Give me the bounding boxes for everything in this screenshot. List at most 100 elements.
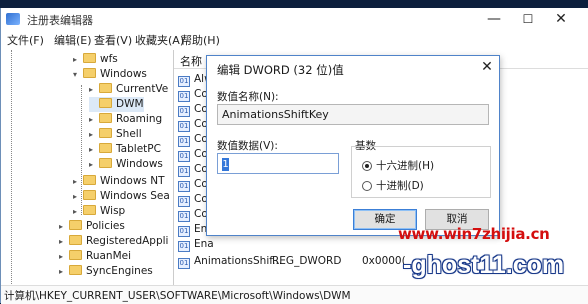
binary-value-icon: 01 — [178, 91, 190, 102]
radio-unselected-icon[interactable] — [362, 181, 372, 191]
tree-item[interactable]: ▸ Windows Sea — [73, 189, 170, 204]
chevron-right-icon[interactable]: ▸ — [73, 52, 83, 67]
value-data-text: 1 — [222, 157, 229, 171]
title-bar[interactable]: 注册表编辑器 — ☐ ✕ — [1, 8, 588, 30]
value-type: REG_DWORD — [272, 255, 342, 267]
watermark-url: www.win7zhijia.cn — [398, 225, 550, 243]
tree-item-label: Shell — [116, 128, 142, 140]
binary-value-icon: 01 — [178, 181, 190, 192]
column-name-header[interactable]: 名称 — [180, 53, 202, 69]
value-name-label: 数值名称(N): — [217, 91, 279, 103]
folder-icon — [69, 250, 82, 260]
chevron-right-icon[interactable]: ▸ — [59, 264, 69, 279]
radio-dec[interactable]: 十进制(D) — [362, 178, 424, 193]
radio-dec-label: 十进制(D) — [376, 180, 424, 192]
folder-icon — [99, 143, 112, 153]
binary-value-icon: 01 — [178, 76, 190, 87]
tree-item[interactable]: ▸ SyncEngines — [59, 264, 153, 279]
watermark-brand: -ghost11.com — [403, 251, 565, 279]
tree-item[interactable]: ▸ Windows — [89, 157, 163, 172]
value-row[interactable]: 01 Ena — [178, 237, 214, 252]
chevron-down-icon[interactable]: ▾ — [73, 67, 83, 82]
chevron-right-icon[interactable]: ▸ — [73, 204, 83, 219]
regedit-icon — [6, 13, 20, 25]
chevron-right-icon[interactable]: ▸ — [59, 234, 69, 249]
binary-value-icon: 01 — [178, 211, 190, 222]
menu-edit[interactable]: 编辑(E) — [54, 32, 92, 48]
dialog-title: 编辑 DWORD (32 位)值 — [217, 63, 344, 77]
tree-item-label: wfs — [100, 53, 118, 65]
menu-file[interactable]: 文件(F) — [7, 32, 44, 48]
chevron-right-icon[interactable]: ▸ — [89, 127, 99, 142]
tree-item-label: Windows Sea — [100, 190, 170, 202]
radio-selected-icon[interactable] — [362, 161, 372, 171]
chevron-right-icon[interactable]: ▸ — [73, 189, 83, 204]
binary-value-icon: 01 — [178, 121, 190, 132]
tree-item-label: SyncEngines — [86, 265, 153, 277]
window-title: 注册表编辑器 — [27, 14, 93, 27]
status-bar: 计算机\HKEY_CURRENT_USER\SOFTWARE\Microsoft… — [1, 285, 588, 304]
tree-item[interactable]: ▸ wfs — [73, 52, 118, 67]
tree-item-label: Windows — [100, 68, 147, 80]
binary-value-icon: 01 — [178, 106, 190, 117]
tree-item[interactable]: ▸ Policies — [59, 219, 125, 234]
tree-item[interactable]: ▸ CurrentVe — [89, 82, 168, 97]
folder-icon — [69, 265, 82, 275]
menu-help[interactable]: 帮助(H) — [181, 32, 220, 48]
tree-item[interactable]: ▸ Shell — [89, 127, 142, 142]
binary-value-icon: 01 — [178, 166, 190, 177]
tree-item-label: TabletPC — [116, 143, 161, 155]
tree-item-selected[interactable]: DWM — [89, 97, 144, 112]
maximize-button[interactable]: ☐ — [514, 10, 542, 28]
folder-icon — [99, 98, 112, 108]
chevron-right-icon[interactable]: ▸ — [89, 157, 99, 172]
tree-item-label: Windows — [116, 158, 163, 170]
folder-icon — [99, 113, 112, 123]
tree-item[interactable]: ▸ Windows NT — [73, 174, 164, 189]
chevron-right-icon[interactable]: ▸ — [59, 249, 69, 264]
tree-item[interactable]: ▸ RegisteredAppli — [59, 234, 168, 249]
value-name-field: AnimationsShiftKey — [217, 104, 489, 125]
tree-item[interactable]: ▾ Windows — [73, 67, 147, 82]
folder-icon — [83, 205, 96, 215]
tree-item-label: Roaming — [116, 113, 163, 125]
radio-hex[interactable]: 十六进制(H) — [362, 158, 434, 173]
chevron-right-icon[interactable]: ▸ — [73, 174, 83, 189]
tree-item-label: Wisp — [100, 205, 126, 217]
folder-icon — [69, 220, 82, 230]
menu-view[interactable]: 查看(V) — [94, 32, 132, 48]
chevron-right-icon[interactable]: ▸ — [89, 112, 99, 127]
dialog-close-button[interactable]: ✕ — [477, 58, 497, 76]
chevron-right-icon[interactable]: ▸ — [89, 82, 99, 97]
tree-item-label: Windows NT — [100, 175, 165, 187]
tree-item-label: CurrentVe — [116, 83, 169, 95]
close-button[interactable]: ✕ — [547, 10, 575, 28]
tree-item[interactable]: ▸ RuanMei — [59, 249, 131, 264]
tree-item[interactable]: ▸ TabletPC — [89, 142, 161, 157]
folder-icon — [99, 83, 112, 93]
value-row[interactable]: 01 AnimationsShif... REG_DWORD 0x0000( — [178, 254, 406, 269]
binary-value-icon: 01 — [178, 226, 190, 237]
menu-bar: 文件(F) 编辑(E) 查看(V) 收藏夹(A) 帮助(H) — [1, 30, 588, 48]
binary-value-icon: 01 — [178, 136, 190, 147]
tree-item[interactable]: ▸ Roaming — [89, 112, 162, 127]
folder-icon — [83, 53, 96, 63]
key-tree[interactable]: ▸ wfs ▾ Windows ▸ CurrentVe DWM ▸ Roaming ▸ S… — [1, 50, 174, 290]
edit-dword-dialog: 编辑 DWORD (32 位)值 ✕ 数值名称(N): AnimationsSh… — [206, 55, 500, 236]
chevron-right-icon[interactable]: ▸ — [89, 142, 99, 157]
tree-item-label: DWM — [116, 98, 144, 110]
folder-icon — [99, 158, 112, 168]
tree-line — [11, 50, 12, 290]
status-path: 计算机\HKEY_CURRENT_USER\SOFTWARE\Microsoft… — [4, 290, 351, 302]
value-data-input[interactable]: 1 — [217, 153, 339, 174]
tree-item[interactable]: ▸ Wisp — [73, 204, 125, 219]
binary-value-icon: 01 — [178, 151, 190, 162]
menu-favorites[interactable]: 收藏夹(A) — [135, 32, 184, 48]
chevron-right-icon[interactable]: ▸ — [59, 219, 69, 234]
radio-hex-label: 十六进制(H) — [376, 160, 435, 172]
minimize-button[interactable]: — — [480, 10, 508, 28]
folder-icon — [69, 235, 82, 245]
value-name-text: AnimationsShiftKey — [222, 108, 329, 121]
folder-icon — [83, 68, 96, 78]
value-data-label: 数值数据(V): — [217, 140, 278, 152]
